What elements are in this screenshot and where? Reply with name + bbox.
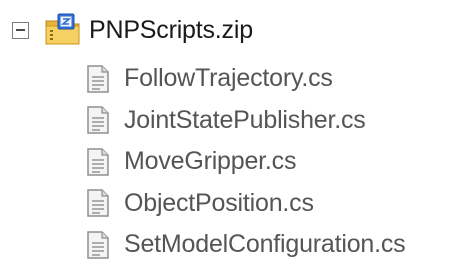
cs-file-icon [87,189,109,217]
cs-file-icon [87,106,109,134]
tree-item-label: ObjectPosition.cs [124,188,314,217]
tree-children: FollowTrajectory.cs JointStatePublisher.… [86,58,406,266]
tree-root-item[interactable]: PNPScripts.zip [12,8,253,52]
collapse-toggle[interactable] [12,21,29,39]
tree-item[interactable]: SetModelConfiguration.cs [86,224,406,266]
tree-item[interactable]: FollowTrajectory.cs [86,58,405,100]
tree-item-label: SetModelConfiguration.cs [124,230,406,259]
zip-folder-icon [45,13,80,45]
tree-root-label: PNPScripts.zip [89,15,253,44]
cs-file-icon [87,231,109,259]
tree-item[interactable]: JointStatePublisher.cs [86,100,405,142]
file-tree: PNPScripts.zip FollowTrajectory.cs Joint… [0,0,473,267]
tree-item-label: MoveGripper.cs [124,147,297,176]
tree-item-label: JointStatePublisher.cs [124,105,366,134]
cs-file-icon [87,148,109,176]
tree-item[interactable]: ObjectPosition.cs [86,183,405,225]
tree-item[interactable]: MoveGripper.cs [86,141,405,183]
cs-file-icon [87,65,109,93]
tree-item-label: FollowTrajectory.cs [124,64,333,93]
